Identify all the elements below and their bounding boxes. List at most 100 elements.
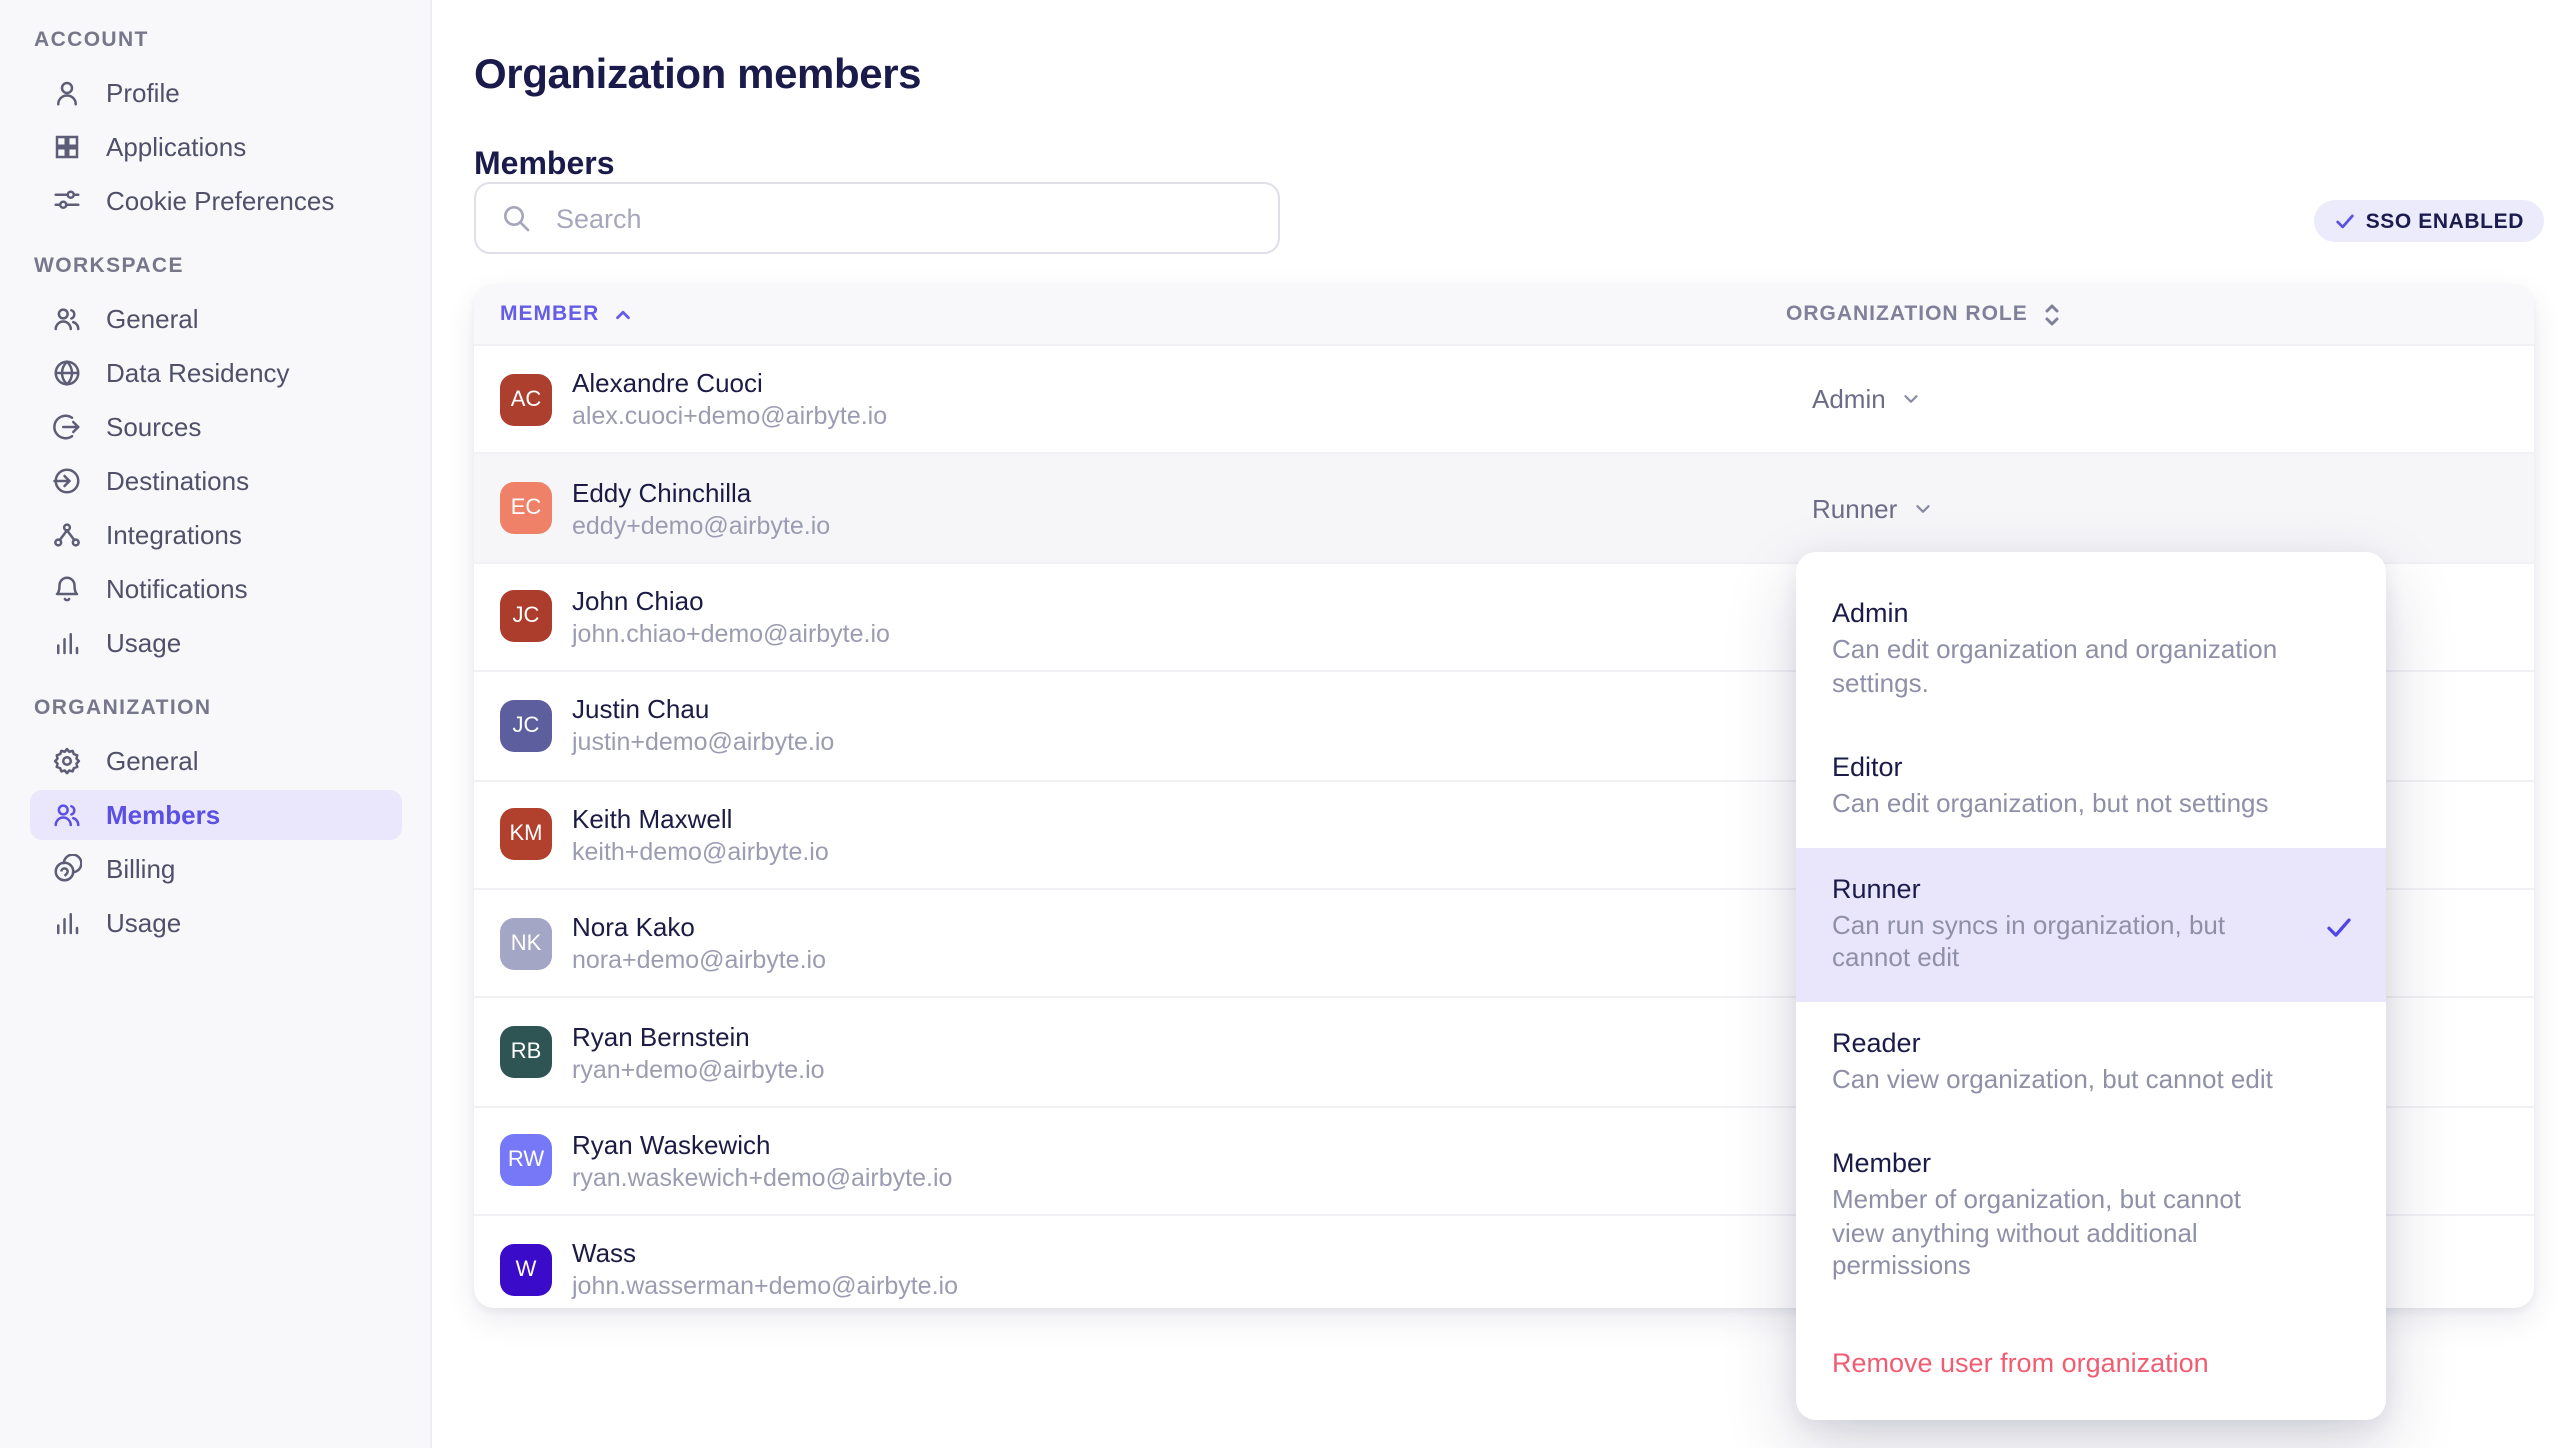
sidebar-item-label: Billing: [106, 854, 175, 884]
avatar: AC: [500, 373, 552, 425]
role-option-title: Editor: [1832, 752, 2350, 782]
member-name: Wass: [572, 1239, 958, 1269]
bar-chart-icon: [50, 627, 82, 659]
sidebar-item-workspace-usage[interactable]: Usage: [30, 618, 402, 668]
members-section-title: Members: [474, 149, 615, 185]
sliders-icon: [50, 185, 82, 217]
section-label-organization: ORGANIZATION: [0, 696, 430, 720]
member-cell: KM Keith Maxwell keith+demo@airbyte.io: [474, 804, 1786, 866]
integrations-icon: [50, 519, 82, 551]
sidebar-item-label: Sources: [106, 412, 201, 442]
role-option-description: Can edit organization, but not settings: [1832, 788, 2282, 821]
role-option-admin[interactable]: Admin Can edit organization and organiza…: [1796, 572, 2386, 726]
avatar: RB: [500, 1026, 552, 1078]
role-value: Runner: [1812, 493, 1897, 523]
table-header-row: MEMBER ORGANIZATION ROLE: [474, 284, 2534, 344]
sidebar-section-organization: ORGANIZATION General Members: [0, 696, 430, 948]
sidebar-item-label: Cookie Preferences: [106, 186, 334, 216]
sidebar-item-integrations[interactable]: Integrations: [30, 510, 402, 560]
member-name: Nora Kako: [572, 912, 826, 942]
member-name: Alexandre Cuoci: [572, 368, 887, 398]
sort-both-icon: [2040, 301, 2064, 327]
sidebar-item-data-residency[interactable]: Data Residency: [30, 348, 402, 398]
sidebar-item-label: Notifications: [106, 574, 248, 604]
role-option-title: Admin: [1832, 598, 2350, 628]
chevron-down-icon: [1900, 388, 1922, 410]
role-option-description: Can view organization, but cannot edit: [1832, 1063, 2282, 1096]
member-name: John Chiao: [572, 586, 890, 616]
sidebar-section-account: ACCOUNT Profile Applications: [0, 28, 430, 226]
sso-badge-label: SSO ENABLED: [2366, 209, 2524, 233]
bar-chart-icon: [50, 907, 82, 939]
avatar: NK: [500, 917, 552, 969]
search-icon: [500, 202, 532, 234]
member-email: ryan+demo@airbyte.io: [572, 1055, 825, 1083]
column-header-organization-role[interactable]: ORGANIZATION ROLE: [1786, 301, 2534, 327]
member-email: keith+demo@airbyte.io: [572, 838, 829, 866]
page-title: Organization members: [474, 52, 921, 100]
sidebar-item-destinations[interactable]: Destinations: [30, 456, 402, 506]
sidebar-item-workspace-general[interactable]: General: [30, 294, 402, 344]
users-icon: [50, 303, 82, 335]
sidebar-item-label: Data Residency: [106, 358, 290, 388]
sidebar-item-sources[interactable]: Sources: [30, 402, 402, 452]
member-email: john.wasserman+demo@airbyte.io: [572, 1273, 958, 1301]
member-cell: JC John Chiao john.chiao+demo@airbyte.io: [474, 586, 1786, 648]
sidebar-item-applications[interactable]: Applications: [30, 122, 402, 172]
billing-icon: [50, 853, 82, 885]
role-option-editor[interactable]: Editor Can edit organization, but not se…: [1796, 726, 2386, 847]
main-content: Organization members Members SSO ENABLED…: [432, 0, 2562, 1448]
remove-user-link[interactable]: Remove user from organization: [1796, 1309, 2386, 1419]
member-email: nora+demo@airbyte.io: [572, 946, 826, 974]
member-search[interactable]: [474, 182, 1280, 254]
role-select[interactable]: Admin: [1786, 384, 2534, 414]
role-option-member[interactable]: Member Member of organization, but canno…: [1796, 1122, 2386, 1309]
sidebar-item-label: Profile: [106, 78, 180, 108]
member-cell: RW Ryan Waskewich ryan.waskewich+demo@ai…: [474, 1130, 1786, 1192]
sidebar-item-cookie-preferences[interactable]: Cookie Preferences: [30, 176, 402, 226]
search-input[interactable]: [552, 201, 1254, 235]
sidebar-item-notifications[interactable]: Notifications: [30, 564, 402, 614]
role-option-runner-selected[interactable]: Runner Can run syncs in organization, bu…: [1796, 847, 2386, 1001]
avatar: KM: [500, 809, 552, 861]
sidebar-item-org-usage[interactable]: Usage: [30, 898, 402, 948]
sidebar-item-profile[interactable]: Profile: [30, 68, 402, 118]
check-icon: [2334, 210, 2356, 232]
role-option-description: Can run syncs in organization, but canno…: [1832, 909, 2282, 975]
member-name: Ryan Bernstein: [572, 1021, 825, 1051]
member-name: Keith Maxwell: [572, 804, 829, 834]
sort-ascending-icon: [611, 303, 633, 325]
grid-icon: [50, 131, 82, 163]
role-option-title: Member: [1832, 1148, 2350, 1178]
member-cell: EC Eddy Chinchilla eddy+demo@airbyte.io: [474, 477, 1786, 539]
member-cell: JC Justin Chau justin+demo@airbyte.io: [474, 695, 1786, 757]
role-option-reader[interactable]: Reader Can view organization, but cannot…: [1796, 1001, 2386, 1122]
destination-icon: [50, 465, 82, 497]
sidebar-item-billing[interactable]: Billing: [30, 844, 402, 894]
member-email: ryan.waskewich+demo@airbyte.io: [572, 1164, 952, 1192]
role-select-open[interactable]: Runner: [1786, 493, 2534, 523]
sidebar-item-label: General: [106, 304, 199, 334]
sidebar-item-label: General: [106, 746, 199, 776]
avatar: RW: [500, 1135, 552, 1187]
member-email: alex.cuoci+demo@airbyte.io: [572, 402, 887, 430]
section-label-workspace: WORKSPACE: [0, 254, 430, 278]
column-header-member[interactable]: MEMBER: [474, 302, 1786, 326]
sidebar-item-org-general[interactable]: General: [30, 736, 402, 786]
column-label: ORGANIZATION ROLE: [1786, 302, 2028, 326]
table-row: AC Alexandre Cuoci alex.cuoci+demo@airby…: [474, 344, 2534, 453]
role-option-title: Reader: [1832, 1027, 2350, 1057]
source-icon: [50, 411, 82, 443]
sidebar-item-label: Usage: [106, 908, 181, 938]
gear-icon: [50, 745, 82, 777]
sidebar-item-members[interactable]: Members: [30, 790, 402, 840]
chevron-down-icon: [1911, 497, 1933, 519]
member-cell: AC Alexandre Cuoci alex.cuoci+demo@airby…: [474, 368, 1786, 430]
role-dropdown-menu: Admin Can edit organization and organiza…: [1796, 552, 2386, 1419]
role-option-description: Can edit organization and organization s…: [1832, 634, 2282, 700]
users-icon: [50, 799, 82, 831]
member-email: john.chiao+demo@airbyte.io: [572, 620, 890, 648]
member-cell: RB Ryan Bernstein ryan+demo@airbyte.io: [474, 1021, 1786, 1083]
member-email: justin+demo@airbyte.io: [572, 729, 834, 757]
member-email: eddy+demo@airbyte.io: [572, 511, 830, 539]
